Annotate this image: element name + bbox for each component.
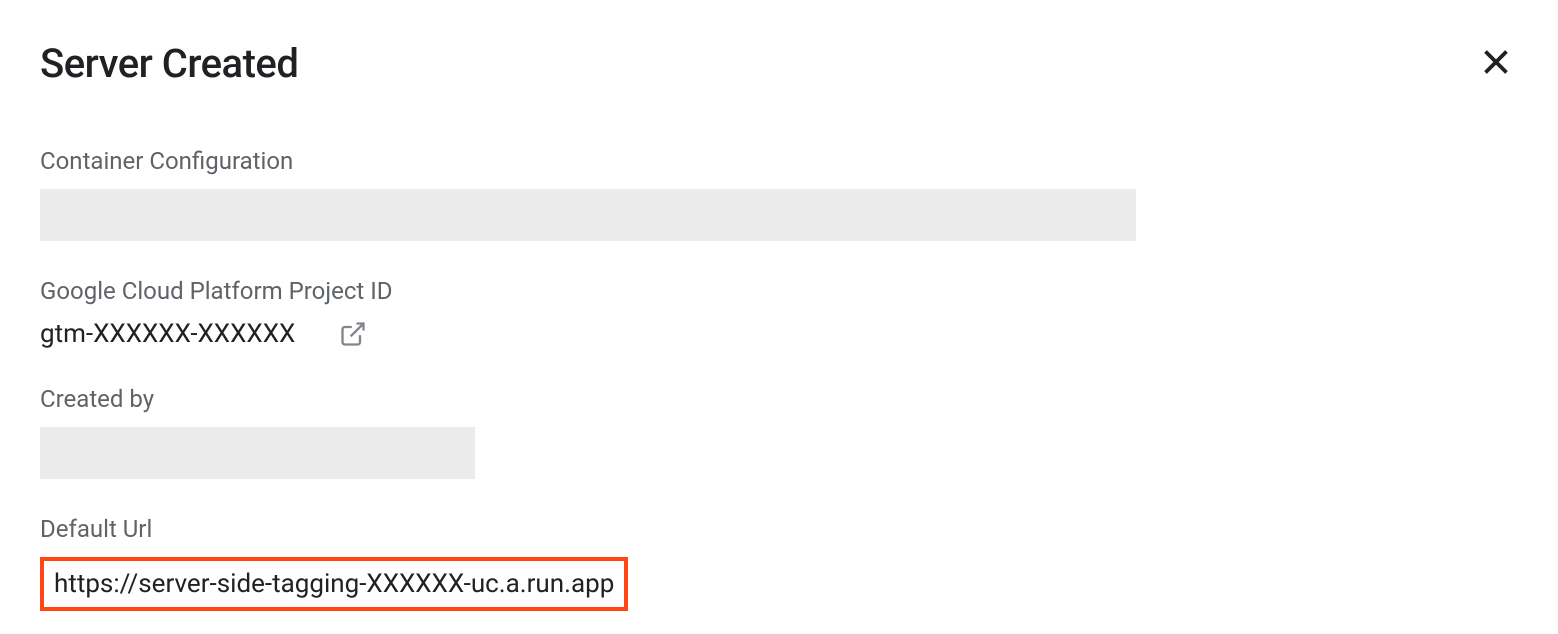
close-button[interactable] — [1474, 40, 1518, 84]
project-id-section: Google Cloud Platform Project ID gtm-XXX… — [40, 277, 1518, 349]
project-id-value: gtm-XXXXXX-XXXXXX — [40, 319, 295, 349]
container-config-value-redacted — [40, 189, 1136, 241]
dialog-title: Server Created — [40, 40, 298, 87]
container-config-section: Container Configuration — [40, 147, 1518, 241]
created-by-section: Created by — [40, 385, 1518, 479]
default-url-value: https://server-side-tagging-XXXXXX-uc.a.… — [40, 557, 628, 611]
project-id-label: Google Cloud Platform Project ID — [40, 277, 1518, 305]
default-url-section: Default Url https://server-side-tagging-… — [40, 515, 1518, 611]
default-url-label: Default Url — [40, 515, 1518, 543]
created-by-value-redacted — [40, 427, 475, 479]
created-by-label: Created by — [40, 385, 1518, 413]
external-link-icon[interactable] — [339, 320, 367, 348]
close-icon — [1478, 44, 1514, 80]
container-config-label: Container Configuration — [40, 147, 1518, 175]
